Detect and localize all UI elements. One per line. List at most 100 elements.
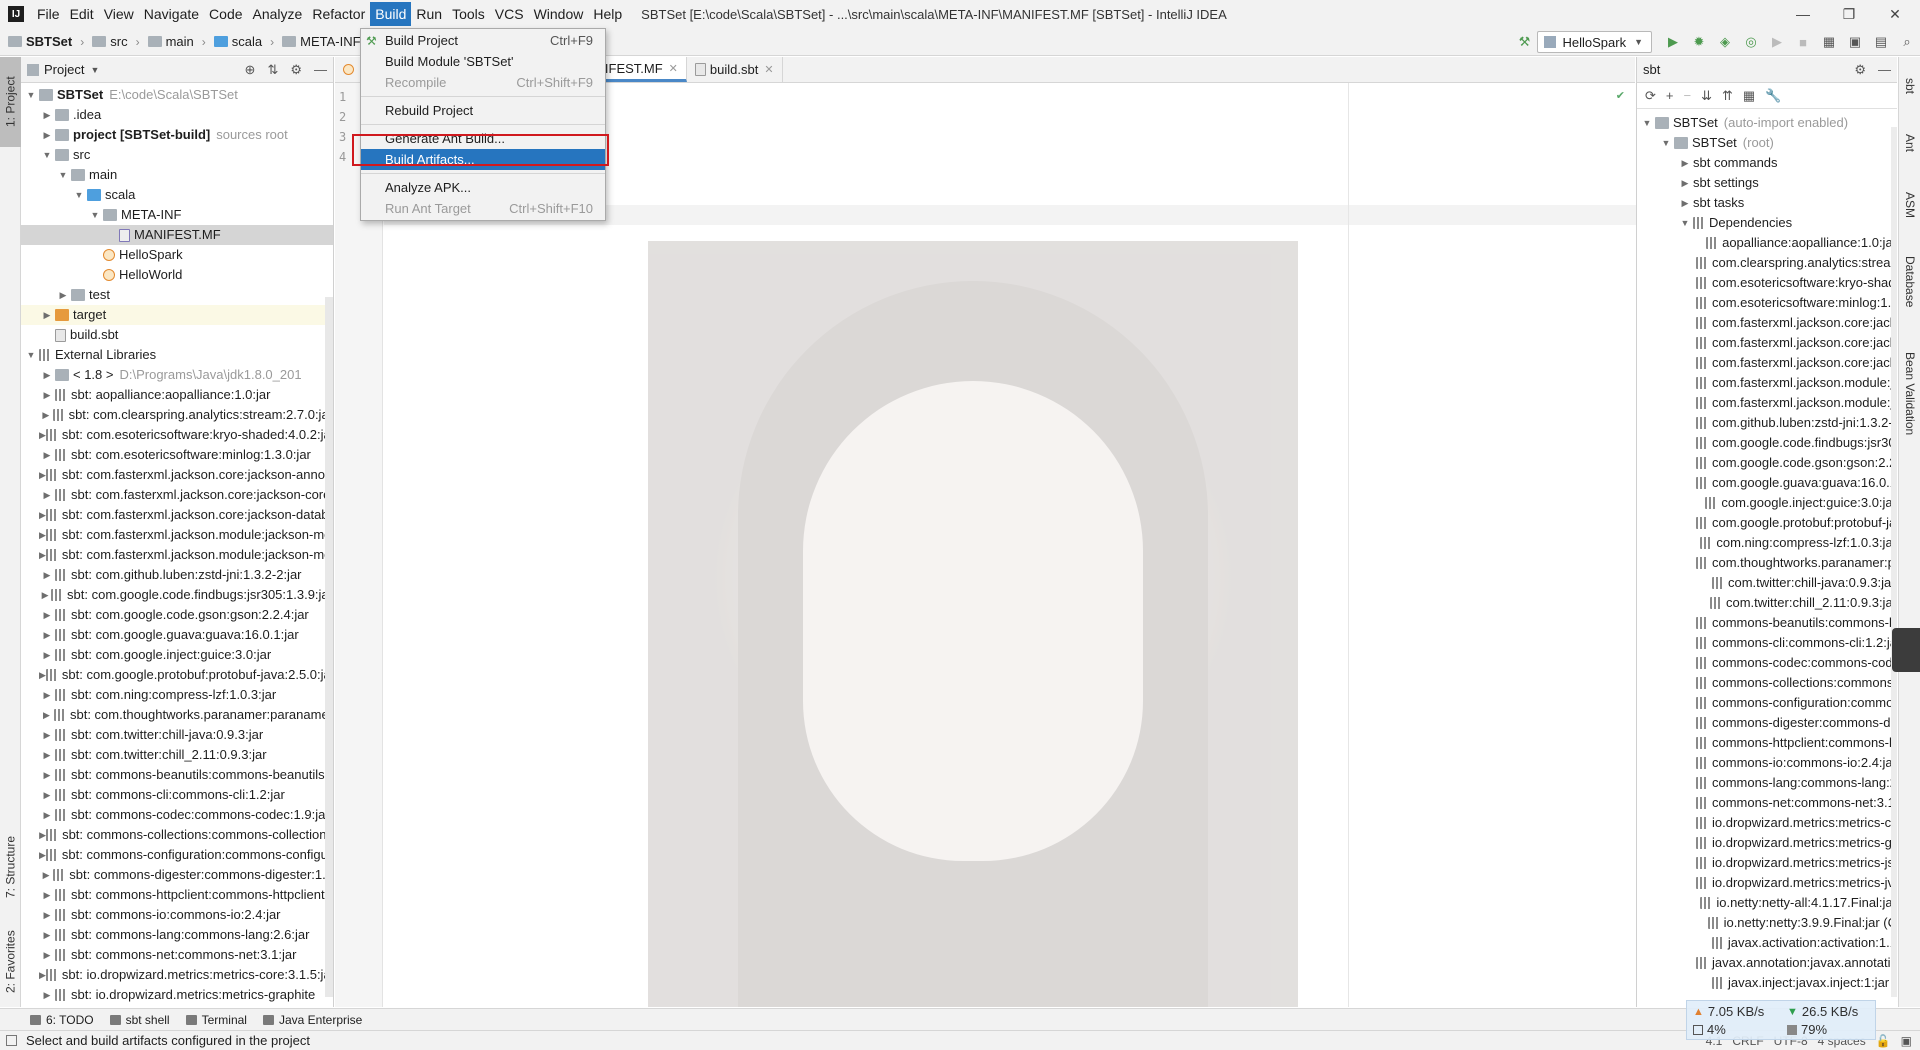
- chevron-right-icon[interactable]: ▶: [39, 565, 55, 585]
- menu-navigate[interactable]: Navigate: [139, 2, 204, 26]
- chevron-right-icon[interactable]: ▶: [39, 425, 46, 445]
- maximize-button[interactable]: ❐: [1826, 0, 1872, 28]
- tree-row[interactable]: com.fasterxml.jackson.core:jackson-core: [1637, 333, 1897, 353]
- refresh-icon[interactable]: ⟳: [1645, 88, 1656, 104]
- remove-icon[interactable]: −: [1684, 88, 1692, 103]
- tree-row[interactable]: com.fasterxml.jackson.module:jackson-mod…: [1637, 373, 1897, 393]
- tree-row[interactable]: ▼ SBTSet (auto-import enabled): [1637, 113, 1897, 133]
- tree-row[interactable]: com.twitter:chill_2.11:0.9.3:jar: [1637, 593, 1897, 613]
- chevron-right-icon[interactable]: ▶: [39, 845, 46, 865]
- chevron-right-icon[interactable]: ▶: [39, 445, 55, 465]
- chevron-right-icon[interactable]: ▶: [39, 485, 55, 505]
- chevron-right-icon[interactable]: ▶: [39, 505, 46, 525]
- chevron-right-icon[interactable]: ▶: [39, 385, 55, 405]
- menu-analyze[interactable]: Analyze: [248, 2, 308, 26]
- sbt-scrollbar[interactable]: [1891, 127, 1897, 997]
- tree-row[interactable]: ▶ sbt: com.google.code.findbugs:jsr305:1.…: [21, 585, 333, 605]
- tree-row[interactable]: com.google.code.findbugs:jsr305:1.3.9:ja…: [1637, 433, 1897, 453]
- tree-row[interactable]: MANIFEST.MF: [21, 225, 333, 245]
- coverage-icon[interactable]: ◈: [1714, 31, 1736, 53]
- tree-row[interactable]: ▼ Dependencies: [1637, 213, 1897, 233]
- tree-row[interactable]: com.fasterxml.jackson.core:jackson-annot…: [1637, 313, 1897, 333]
- tree-row[interactable]: ▶ .idea: [21, 105, 333, 125]
- profile-icon[interactable]: ◎: [1740, 31, 1762, 53]
- tree-row[interactable]: io.netty:netty:3.9.9.Final:jar (C: [1637, 913, 1897, 933]
- menu-item-build-project[interactable]: ⚒ Build Project Ctrl+F9: [361, 30, 605, 51]
- close-window-button[interactable]: ✕: [1872, 0, 1918, 28]
- breadcrumb-item[interactable]: SBTSet ›: [0, 34, 84, 49]
- tree-row[interactable]: com.clearspring.analytics:stream:2.7.0:j…: [1637, 253, 1897, 273]
- run-configuration-select[interactable]: HelloSpark ▼: [1537, 31, 1652, 53]
- chevron-right-icon[interactable]: ▶: [39, 905, 55, 925]
- chevron-right-icon[interactable]: ▶: [39, 705, 54, 725]
- menu-code[interactable]: Code: [204, 2, 247, 26]
- chevron-down-icon[interactable]: ▼: [1677, 213, 1693, 233]
- chevron-down-icon[interactable]: ▼: [55, 165, 71, 185]
- breadcrumb-item[interactable]: main ›: [140, 34, 206, 49]
- chevron-right-icon[interactable]: ▶: [39, 625, 55, 645]
- tab-todo[interactable]: 6: TODO: [30, 1013, 94, 1027]
- breadcrumb-item[interactable]: src ›: [84, 34, 140, 49]
- project-view-select[interactable]: Project: [44, 62, 84, 77]
- tree-row[interactable]: com.google.inject:guice:3.0:jar: [1637, 493, 1897, 513]
- menu-tools[interactable]: Tools: [447, 2, 490, 26]
- tree-row[interactable]: ▼ META-INF: [21, 205, 333, 225]
- menu-item-build-artifacts[interactable]: Build Artifacts...: [361, 149, 605, 170]
- chevron-right-icon[interactable]: ▶: [39, 305, 55, 325]
- chevron-right-icon[interactable]: ▶: [39, 105, 55, 125]
- chevron-right-icon[interactable]: ▶: [39, 885, 55, 905]
- build-hammer-icon[interactable]: ⚒: [1513, 31, 1535, 53]
- tree-row[interactable]: HelloSpark: [21, 245, 333, 265]
- close-tab-icon[interactable]: ✕: [669, 62, 678, 75]
- tree-row[interactable]: commons-digester:commons-digester:1.8: [1637, 713, 1897, 733]
- tree-row[interactable]: ▶ sbt: com.google.code.gson:gson:2.2.4:ja…: [21, 605, 333, 625]
- tree-row[interactable]: ▶ sbt: commons-cli:commons-cli:1.2:jar: [21, 785, 333, 805]
- tree-row[interactable]: io.dropwizard.metrics:metrics-jvm: [1637, 873, 1897, 893]
- tree-row[interactable]: ▶ sbt: com.thoughtworks.paranamer:paranam…: [21, 705, 333, 725]
- gear-icon[interactable]: ⚙: [1854, 62, 1866, 78]
- tree-row[interactable]: com.ning:compress-lzf:1.0.3:jar: [1637, 533, 1897, 553]
- chevron-right-icon[interactable]: ▶: [39, 685, 55, 705]
- tree-row[interactable]: ▶ sbt tasks: [1637, 193, 1897, 213]
- terminal-icon[interactable]: ▣: [1844, 31, 1866, 53]
- tree-row[interactable]: commons-cli:commons-cli:1.2:jar: [1637, 633, 1897, 653]
- tree-row[interactable]: ▶ sbt: com.fasterxml.jackson.core:jackson…: [21, 505, 333, 525]
- tree-row[interactable]: commons-codec:commons-codec:1.9:jar: [1637, 653, 1897, 673]
- tree-row[interactable]: ▶ sbt: commons-io:commons-io:2.4:jar: [21, 905, 333, 925]
- chevron-right-icon[interactable]: ▶: [39, 805, 55, 825]
- tree-row[interactable]: ▼ src: [21, 145, 333, 165]
- chevron-right-icon[interactable]: ▶: [1677, 193, 1693, 213]
- tree-row[interactable]: ▶ sbt: commons-beanutils:commons-beanutil…: [21, 765, 333, 785]
- chevron-right-icon[interactable]: ▶: [55, 285, 71, 305]
- tree-row[interactable]: ▶ sbt: io.dropwizard.metrics:metrics-core…: [21, 965, 333, 985]
- tree-row[interactable]: com.github.luben:zstd-jni:1.3.2-2:jar: [1637, 413, 1897, 433]
- tree-row[interactable]: commons-collections:commons-collections: [1637, 673, 1897, 693]
- tree-row[interactable]: commons-io:commons-io:2.4:jar: [1637, 753, 1897, 773]
- chevron-right-icon[interactable]: ▶: [1677, 153, 1693, 173]
- breadcrumb-item[interactable]: scala ›: [206, 34, 274, 49]
- tree-row[interactable]: ▶ sbt settings: [1637, 173, 1897, 193]
- menu-build[interactable]: Build: [370, 2, 412, 26]
- tree-row[interactable]: ▼ SBTSet (root): [1637, 133, 1897, 153]
- tree-row[interactable]: com.esotericsoftware:kryo-shaded:4.0.2:j…: [1637, 273, 1897, 293]
- chevron-right-icon[interactable]: ▶: [39, 605, 55, 625]
- breadcrumb-item[interactable]: META-INF›: [274, 34, 373, 49]
- chevron-down-icon[interactable]: ▼: [87, 205, 103, 225]
- minimize-button[interactable]: —: [1780, 0, 1826, 28]
- tree-row[interactable]: ▶ sbt: commons-net:commons-net:3.1:jar: [21, 945, 333, 965]
- expand-all-icon[interactable]: ⇊: [1701, 88, 1712, 104]
- tree-row[interactable]: io.dropwizard.metrics:metrics-core: [1637, 813, 1897, 833]
- menu-window[interactable]: Window: [529, 2, 589, 26]
- chevron-right-icon[interactable]: ▶: [39, 985, 55, 1005]
- lock-icon[interactable]: 🔓: [1876, 1034, 1891, 1048]
- tree-row[interactable]: com.fasterxml.jackson.module:jackson-mod…: [1637, 393, 1897, 413]
- tree-row[interactable]: io.dropwizard.metrics:metrics-graphite: [1637, 833, 1897, 853]
- menu-refactor[interactable]: Refactor: [307, 2, 370, 26]
- menu-vcs[interactable]: VCS: [490, 2, 529, 26]
- chevron-right-icon[interactable]: ▶: [39, 365, 55, 385]
- resume-icon[interactable]: ▶: [1766, 31, 1788, 53]
- tab-bean-validation[interactable]: Bean Validation: [1899, 329, 1920, 459]
- collapse-all-icon[interactable]: ⇈: [1722, 88, 1733, 104]
- chevron-right-icon[interactable]: ▶: [39, 645, 55, 665]
- toggle-tool-windows-icon[interactable]: [6, 1035, 17, 1046]
